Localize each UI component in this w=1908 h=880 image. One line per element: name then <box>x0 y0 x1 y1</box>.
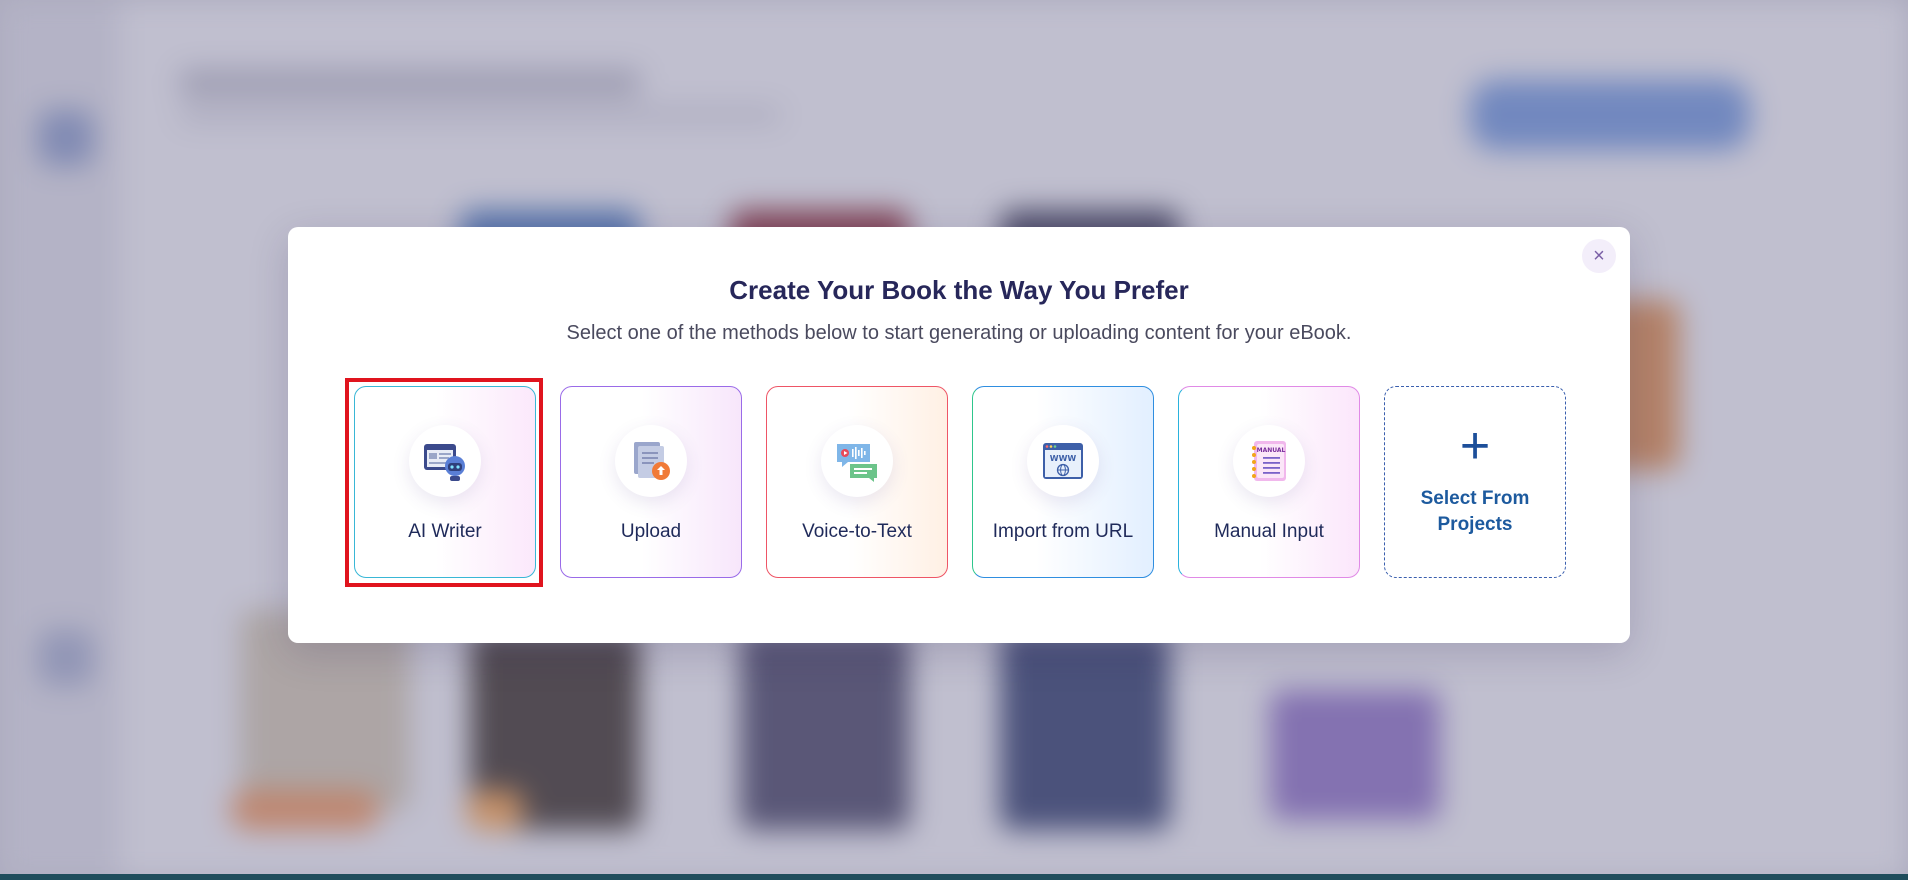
create-book-modal: × Create Your Book the Way You Prefer Se… <box>288 227 1630 643</box>
option-label: AI Writer <box>408 521 482 542</box>
icon-circle <box>615 425 687 497</box>
svg-text:WWW: WWW <box>1050 454 1077 463</box>
creation-options: AI Writer Upload Voice-to-Text WWW Impor… <box>354 386 1566 578</box>
icon-circle: MANUAL <box>1233 425 1305 497</box>
www-icon: WWW <box>1043 443 1083 479</box>
close-icon: × <box>1593 244 1605 267</box>
modal-title: Create Your Book the Way You Prefer <box>729 275 1189 305</box>
plus-icon: + <box>1459 417 1491 476</box>
svg-text:MANUAL: MANUAL <box>1257 447 1286 454</box>
option-label: Select From Projects <box>1420 488 1530 535</box>
icon-circle <box>409 425 481 497</box>
option-manual-input[interactable]: MANUAL Manual Input <box>1178 386 1360 578</box>
modal-subtitle: Select one of the methods below to start… <box>566 322 1352 344</box>
option-select-from-projects[interactable]: + Select From Projects <box>1384 386 1566 578</box>
close-button[interactable]: × <box>1582 239 1616 273</box>
option-label: Import from URL <box>992 521 1134 542</box>
option-label: Upload <box>620 521 682 542</box>
upload-icon <box>634 442 670 480</box>
option-import-from-url[interactable]: WWW Import from URL <box>972 386 1154 578</box>
icon-circle <box>821 425 893 497</box>
option-ai-writer[interactable]: AI Writer <box>354 386 536 578</box>
ai-writer-icon <box>424 444 465 481</box>
option-label: Manual Input <box>1214 521 1324 542</box>
voice-to-text-icon <box>837 444 877 482</box>
icon-circle: WWW <box>1027 425 1099 497</box>
option-voice-to-text[interactable]: Voice-to-Text <box>766 386 948 578</box>
manual-notebook-icon: MANUAL <box>1252 441 1286 481</box>
option-label: Voice-to-Text <box>802 521 912 542</box>
bottom-bar <box>0 874 1908 880</box>
option-upload[interactable]: Upload <box>560 386 742 578</box>
